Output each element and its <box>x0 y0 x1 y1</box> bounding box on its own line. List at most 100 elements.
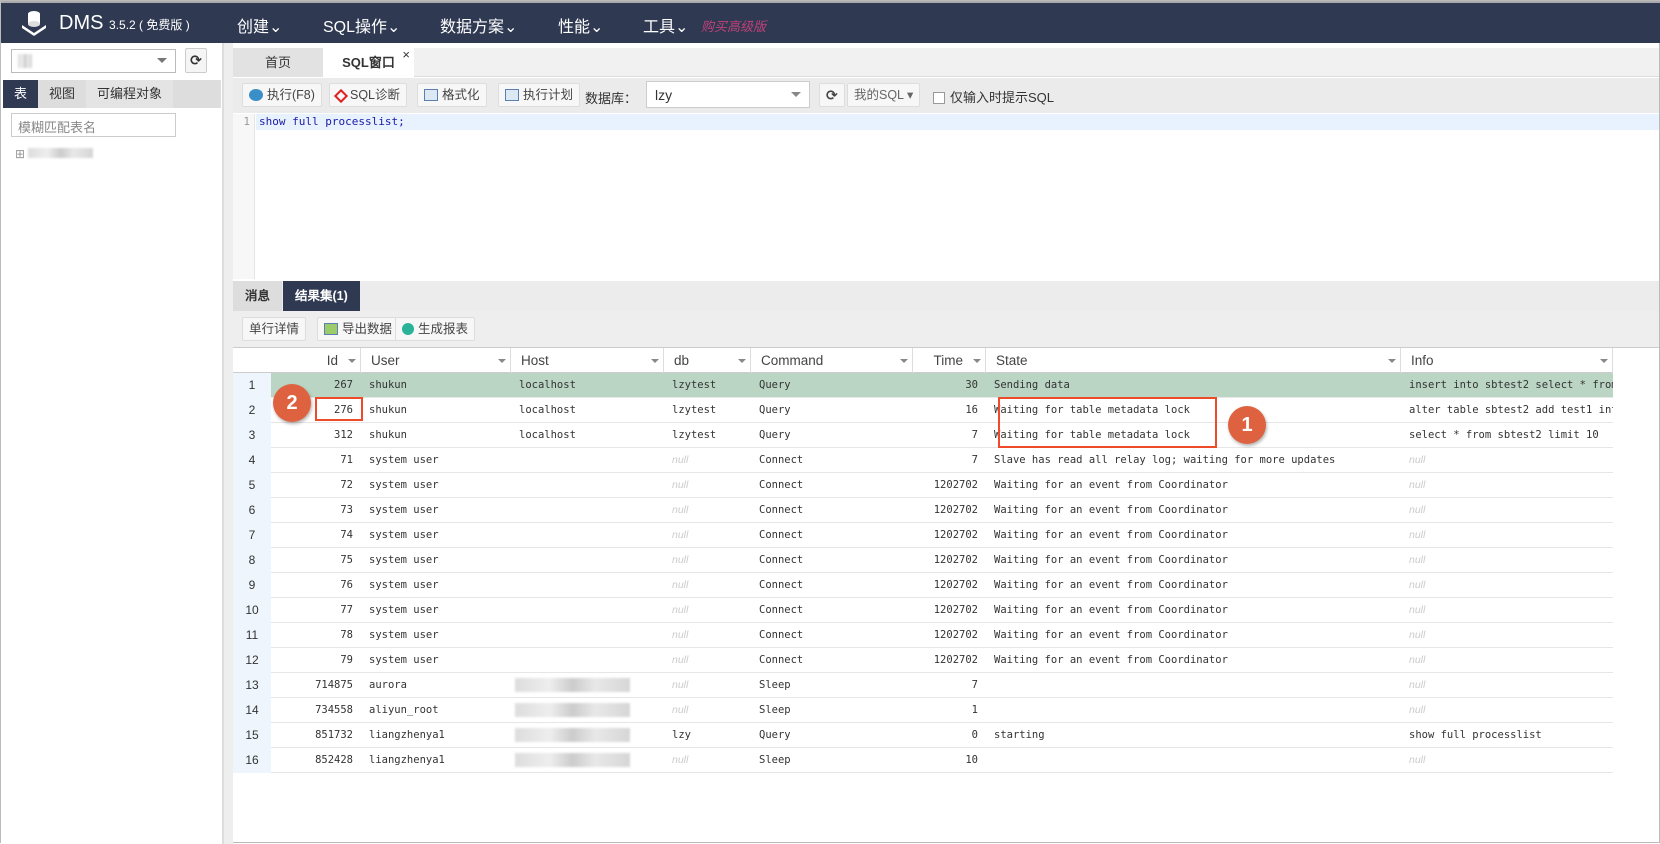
row-number[interactable]: 11 <box>233 623 271 648</box>
cell-user[interactable]: shukun <box>361 373 511 398</box>
cell-command[interactable]: Connect <box>751 498 913 523</box>
cell-db[interactable]: null <box>664 548 751 573</box>
tab-resultset[interactable]: 结果集(1) <box>283 281 360 311</box>
cell-state[interactable] <box>986 673 1401 698</box>
my-sql-dropdown[interactable]: 我的SQL ▾ <box>847 83 921 107</box>
table-row[interactable]: 10 77 system user null Connect 1202702 Waiting… <box>233 598 1613 623</box>
cell-time[interactable]: 1202702 <box>913 573 986 598</box>
cell-info[interactable]: null <box>1401 648 1613 673</box>
table-row[interactable]: 5 72 system user null Connect 1202702 Waiting … <box>233 473 1613 498</box>
sql-editor[interactable]: 1 show full processlist; <box>233 114 1659 279</box>
cell-state[interactable]: Slave has read all relay log; waiting fo… <box>986 448 1401 473</box>
cell-host[interactable] <box>511 648 664 673</box>
cell-command[interactable]: Connect <box>751 623 913 648</box>
cell-info[interactable]: select * from sbtest2 limit 10 <box>1401 423 1613 448</box>
column-header-user[interactable]: User <box>361 348 511 373</box>
cell-user[interactable]: system user <box>361 498 511 523</box>
table-filter-input[interactable]: 模糊匹配表名 <box>11 113 176 137</box>
cell-time[interactable]: 0 <box>913 723 986 748</box>
cell-db[interactable]: lzytest <box>664 423 751 448</box>
row-number[interactable]: 2 <box>233 398 271 423</box>
database-select[interactable]: lzy <box>646 81 810 108</box>
cell-state[interactable]: Waiting for an event from Coordinator <box>986 548 1401 573</box>
cell-info[interactable]: null <box>1401 448 1613 473</box>
column-header-id[interactable]: Id <box>271 348 361 373</box>
cell-command[interactable]: Connect <box>751 648 913 673</box>
cell-id[interactable]: 77 <box>271 598 361 623</box>
cell-host[interactable]: localhost <box>511 373 664 398</box>
cell-time[interactable]: 1202702 <box>913 623 986 648</box>
table-row[interactable]: 2 276 shukun localhost lzytest Query 16 Waiting… <box>233 398 1613 423</box>
cell-db[interactable]: null <box>664 698 751 723</box>
cell-db[interactable]: null <box>664 448 751 473</box>
cell-state[interactable]: starting <box>986 723 1401 748</box>
cell-time[interactable]: 1202702 <box>913 548 986 573</box>
cell-db[interactable]: null <box>664 498 751 523</box>
column-menu-icon[interactable] <box>738 359 746 367</box>
cell-time[interactable]: 7 <box>913 673 986 698</box>
cell-command[interactable]: Connect <box>751 473 913 498</box>
column-menu-icon[interactable] <box>498 359 506 367</box>
tree-node[interactable]: ⊞ <box>15 147 94 161</box>
cell-id[interactable]: 852428 <box>271 748 361 773</box>
column-menu-icon[interactable] <box>651 359 659 367</box>
table-row[interactable]: 4 71 system user null Connect 7 Slave has read… <box>233 448 1613 473</box>
column-header-time[interactable]: Time <box>913 348 986 373</box>
menu-tools[interactable]: 工具⌄ <box>643 13 688 37</box>
cell-state[interactable]: Waiting for an event from Coordinator <box>986 623 1401 648</box>
cell-host[interactable] <box>511 698 664 723</box>
cell-command[interactable]: Sleep <box>751 748 913 773</box>
cell-state[interactable]: Waiting for an event from Coordinator <box>986 498 1401 523</box>
cell-db[interactable]: lzy <box>664 723 751 748</box>
cell-user[interactable]: system user <box>361 448 511 473</box>
cell-state[interactable] <box>986 698 1401 723</box>
cell-host[interactable] <box>511 748 664 773</box>
cell-id[interactable]: 851732 <box>271 723 361 748</box>
cell-command[interactable]: Query <box>751 423 913 448</box>
cell-command[interactable]: Connect <box>751 573 913 598</box>
cell-host[interactable]: localhost <box>511 423 664 448</box>
table-row[interactable]: 15 851732 liangzhenya1 lzy Query 0 starting sho… <box>233 723 1613 748</box>
menu-schema[interactable]: 数据方案⌄ <box>440 13 517 37</box>
cell-user[interactable]: system user <box>361 598 511 623</box>
menu-performance[interactable]: 性能⌄ <box>558 13 603 37</box>
cell-time[interactable]: 7 <box>913 423 986 448</box>
refresh-button[interactable]: ⟳ <box>185 48 207 73</box>
column-header-info[interactable]: Info <box>1401 348 1613 373</box>
cell-time[interactable]: 7 <box>913 448 986 473</box>
cell-state[interactable]: Waiting for an event from Coordinator <box>986 573 1401 598</box>
cell-user[interactable]: shukun <box>361 398 511 423</box>
cell-time[interactable]: 10 <box>913 748 986 773</box>
cell-id[interactable]: 714875 <box>271 673 361 698</box>
cell-info[interactable]: null <box>1401 548 1613 573</box>
cell-id[interactable]: 734558 <box>271 698 361 723</box>
cell-info[interactable]: null <box>1401 623 1613 648</box>
table-row[interactable]: 14 734558 aliyun_root null Sleep 1 null <box>233 698 1613 723</box>
table-row[interactable]: 3 312 shukun localhost lzytest Query 7 Waiting … <box>233 423 1613 448</box>
cell-user[interactable]: system user <box>361 548 511 573</box>
close-icon[interactable]: × <box>402 40 410 69</box>
row-number[interactable]: 6 <box>233 498 271 523</box>
explain-button[interactable]: 执行计划 <box>498 83 581 107</box>
table-row[interactable]: 8 75 system user null Connect 1202702 Waiting … <box>233 548 1613 573</box>
cell-command[interactable]: Query <box>751 723 913 748</box>
row-number[interactable]: 7 <box>233 523 271 548</box>
cell-db[interactable]: null <box>664 523 751 548</box>
cell-time[interactable]: 1202702 <box>913 598 986 623</box>
row-number[interactable]: 3 <box>233 423 271 448</box>
cell-user[interactable]: system user <box>361 648 511 673</box>
row-number[interactable]: 16 <box>233 748 271 773</box>
table-row[interactable]: 6 73 system user null Connect 1202702 Waiting … <box>233 498 1613 523</box>
row-number[interactable]: 9 <box>233 573 271 598</box>
cell-user[interactable]: aliyun_root <box>361 698 511 723</box>
cell-info[interactable]: null <box>1401 698 1613 723</box>
row-number[interactable]: 10 <box>233 598 271 623</box>
refresh-db-button[interactable]: ⟳ <box>819 83 845 107</box>
format-button[interactable]: 格式化 <box>417 83 487 107</box>
cell-user[interactable]: system user <box>361 623 511 648</box>
cell-user[interactable]: aurora <box>361 673 511 698</box>
column-menu-icon[interactable] <box>900 359 908 367</box>
cell-host[interactable] <box>511 723 664 748</box>
cell-state[interactable]: Waiting for an event from Coordinator <box>986 523 1401 548</box>
hint-checkbox[interactable]: 仅输入时提示SQL <box>933 87 1054 106</box>
